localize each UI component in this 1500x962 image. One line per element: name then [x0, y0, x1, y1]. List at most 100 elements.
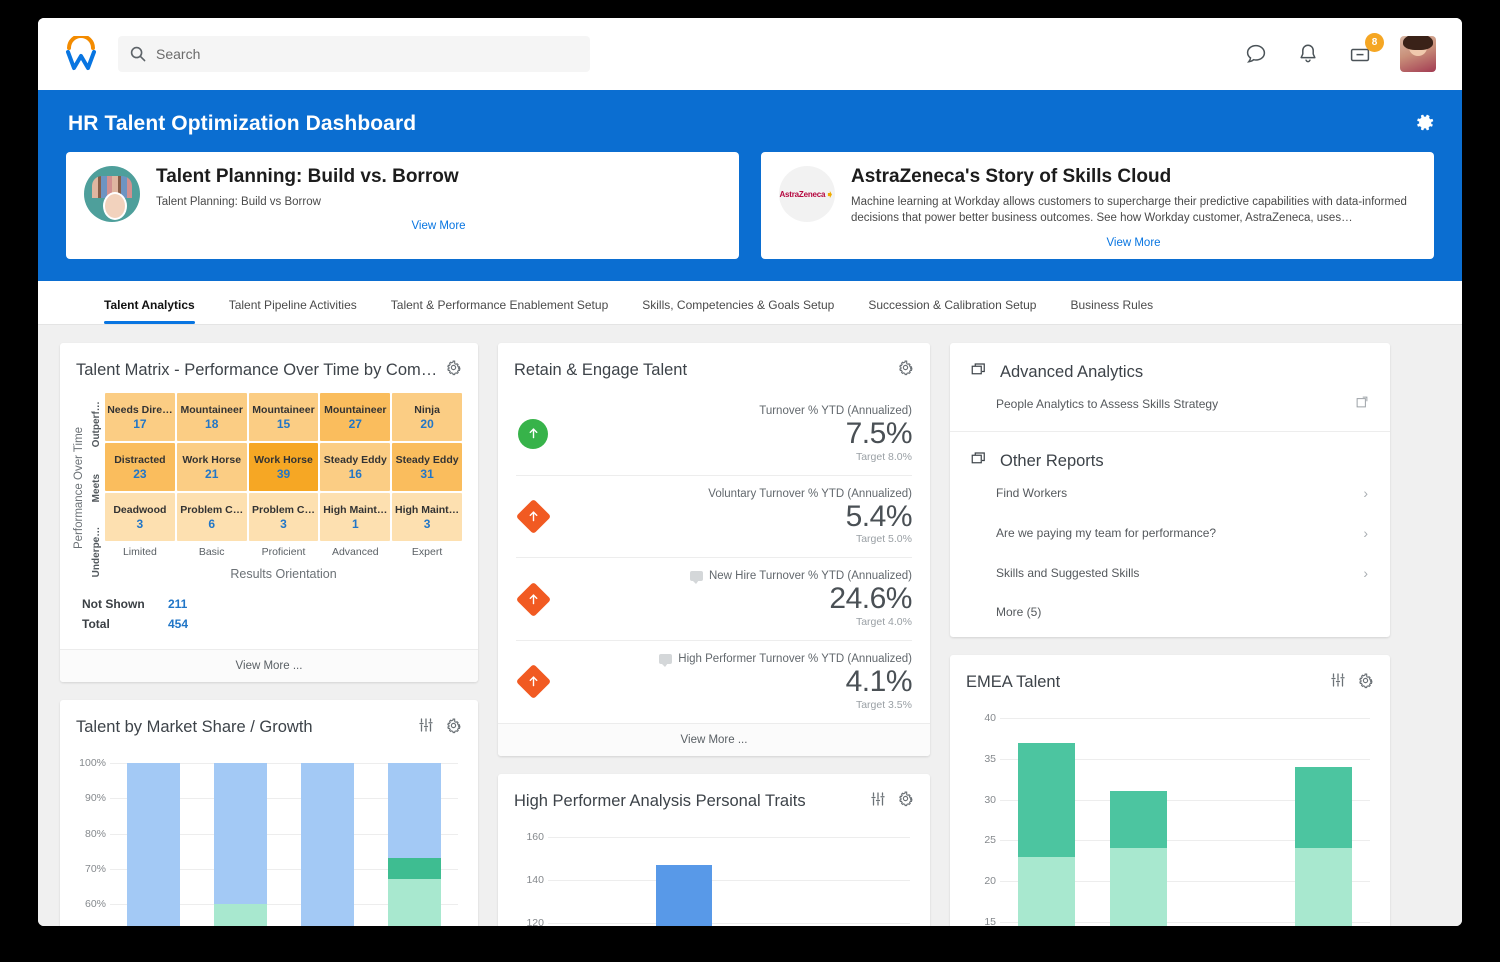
kpi-row[interactable]: Voluntary Turnover % YTD (Annualized)5.4…: [516, 475, 912, 558]
talent-matrix-cell[interactable]: Steady Eddy16: [320, 443, 390, 491]
talent-matrix-cell[interactable]: Work Horse39: [249, 443, 319, 491]
talent-matrix-cell[interactable]: Problem C…6: [177, 493, 247, 541]
chart-bar-segment[interactable]: [1018, 743, 1075, 857]
talent-matrix-cell[interactable]: High Maint…3: [392, 493, 462, 541]
emea-talent-chart[interactable]: 403530252015: [950, 702, 1390, 926]
kpi-value[interactable]: 5.4%: [564, 500, 912, 534]
matrix-cell-value[interactable]: 3: [424, 517, 431, 531]
matrix-cell-value[interactable]: 31: [420, 467, 433, 481]
tab-skills-competencies-goals-setup[interactable]: Skills, Competencies & Goals Setup: [642, 298, 852, 324]
report-item-skills-suggested-skills[interactable]: Skills and Suggested Skills ›: [970, 553, 1370, 593]
tab-talent-pipeline-activities[interactable]: Talent Pipeline Activities: [229, 298, 375, 324]
chat-bubble-icon[interactable]: [1244, 42, 1268, 66]
matrix-cell-value[interactable]: 27: [349, 417, 362, 431]
matrix-cell-value[interactable]: 6: [208, 517, 215, 531]
chart-bar-segment[interactable]: [1295, 767, 1352, 848]
matrix-cell-value[interactable]: 16: [349, 467, 362, 481]
talent-market-share-settings-gear-icon[interactable]: [445, 717, 462, 739]
report-item-people-analytics[interactable]: People Analytics to Assess Skills Strate…: [970, 384, 1370, 423]
avatar[interactable]: [1400, 36, 1436, 72]
filter-sliders-icon[interactable]: [1329, 671, 1347, 694]
chart-bar-segment[interactable]: [388, 879, 442, 926]
chart-bar[interactable]: [1295, 767, 1352, 926]
kpi-value[interactable]: 4.1%: [564, 665, 912, 699]
bell-icon[interactable]: [1296, 42, 1320, 66]
filter-sliders-icon[interactable]: [869, 790, 887, 813]
retain-engage-view-more-button[interactable]: View More ...: [498, 723, 930, 756]
chart-bar-segment[interactable]: [1018, 857, 1075, 926]
chart-bar-segment[interactable]: [301, 763, 355, 926]
talent-matrix-cell[interactable]: Steady Eddy31: [392, 443, 462, 491]
tab-succession-calibration-setup[interactable]: Succession & Calibration Setup: [868, 298, 1054, 324]
report-item-paying-for-performance[interactable]: Are we paying my team for performance? ›: [970, 513, 1370, 553]
chart-bar[interactable]: [1110, 791, 1167, 926]
comment-bubble-icon[interactable]: [690, 571, 703, 581]
matrix-cell-value[interactable]: 18: [205, 417, 218, 431]
emea-talent-settings-gear-icon[interactable]: [1357, 672, 1374, 694]
matrix-cell-value[interactable]: 20: [420, 417, 433, 431]
talent-market-share-chart[interactable]: 100%90%80%70%60%50%: [60, 747, 478, 926]
chart-bar-segment[interactable]: [127, 763, 181, 926]
chart-bar-segment[interactable]: [1295, 848, 1352, 926]
talent-matrix-cell[interactable]: Distracted23: [105, 443, 175, 491]
hero-settings-gear-icon[interactable]: [1414, 112, 1436, 134]
promo-view-more-link[interactable]: View More: [156, 220, 721, 232]
chart-bar[interactable]: [656, 865, 712, 926]
promo-view-more-link[interactable]: View More: [851, 237, 1416, 249]
matrix-cell-value[interactable]: 3: [137, 517, 144, 531]
kpi-row[interactable]: Turnover % YTD (Annualized)7.5%Target 8.…: [516, 393, 912, 475]
kpi-value[interactable]: 24.6%: [564, 582, 912, 616]
talent-matrix-cell[interactable]: Problem C…3: [249, 493, 319, 541]
chart-bar-segment[interactable]: [656, 865, 712, 926]
matrix-cell-value[interactable]: 23: [133, 467, 146, 481]
talent-matrix-cell[interactable]: Deadwood3: [105, 493, 175, 541]
not-shown-value[interactable]: 211: [168, 597, 187, 611]
talent-matrix-cell[interactable]: Ninja20: [392, 393, 462, 441]
matrix-cell-value[interactable]: 3: [280, 517, 287, 531]
high-performer-traits-chart[interactable]: 160140120100: [498, 821, 930, 926]
chart-bar-segment[interactable]: [214, 904, 268, 926]
chart-bar[interactable]: [301, 763, 355, 926]
kpi-value[interactable]: 7.5%: [564, 417, 912, 451]
kpi-row[interactable]: High Performer Turnover % YTD (Annualize…: [516, 640, 912, 723]
chart-bar[interactable]: [1018, 743, 1075, 926]
report-item-find-workers[interactable]: Find Workers ›: [970, 473, 1370, 513]
talent-matrix-cell[interactable]: Mountaineer15: [249, 393, 319, 441]
chart-bar[interactable]: [388, 763, 442, 926]
workday-logo-icon[interactable]: [58, 31, 104, 77]
matrix-cell-value[interactable]: 21: [205, 467, 218, 481]
talent-matrix-settings-gear-icon[interactable]: [445, 359, 462, 381]
search-input[interactable]: Search: [118, 36, 590, 72]
talent-matrix-view-more-button[interactable]: View More ...: [60, 649, 478, 682]
tab-talent-analytics[interactable]: Talent Analytics: [104, 298, 213, 324]
chart-bar[interactable]: [214, 763, 268, 926]
matrix-cell-value[interactable]: 1: [352, 517, 359, 531]
talent-matrix-cell[interactable]: Needs Dire…17: [105, 393, 175, 441]
kpi-label: Voluntary Turnover % YTD (Annualized): [564, 488, 912, 500]
high-performer-traits-settings-gear-icon[interactable]: [897, 790, 914, 812]
matrix-cell-value[interactable]: 39: [277, 467, 290, 481]
talent-matrix-cell[interactable]: Mountaineer18: [177, 393, 247, 441]
filter-sliders-icon[interactable]: [417, 716, 435, 739]
tab-business-rules[interactable]: Business Rules: [1070, 298, 1171, 324]
matrix-cell-value[interactable]: 15: [277, 417, 290, 431]
promo-card[interactable]: AstraZeneca➧ AstraZeneca's Story of Skil…: [761, 152, 1434, 259]
chart-bar-segment[interactable]: [1110, 791, 1167, 848]
chart-bar-segment[interactable]: [214, 763, 268, 904]
talent-matrix-cell[interactable]: High Maint…1: [320, 493, 390, 541]
tab-talent-performance-enablement-setup[interactable]: Talent & Performance Enablement Setup: [391, 298, 626, 324]
kpi-row[interactable]: New Hire Turnover % YTD (Annualized)24.6…: [516, 557, 912, 640]
report-item-more[interactable]: More (5): [970, 593, 1370, 631]
retain-engage-settings-gear-icon[interactable]: [897, 359, 914, 381]
matrix-cell-value[interactable]: 17: [133, 417, 146, 431]
chart-bar-segment[interactable]: [388, 858, 442, 879]
chart-bar-segment[interactable]: [388, 763, 442, 858]
inbox-icon[interactable]: 8: [1348, 42, 1372, 66]
talent-matrix-cell[interactable]: Work Horse21: [177, 443, 247, 491]
comment-bubble-icon[interactable]: [659, 654, 672, 664]
promo-card[interactable]: Talent Planning: Build vs. Borrow Talent…: [66, 152, 739, 259]
chart-bar-segment[interactable]: [1110, 848, 1167, 926]
chart-bar[interactable]: [127, 763, 181, 926]
talent-matrix-cell[interactable]: Mountaineer27: [320, 393, 390, 441]
total-value[interactable]: 454: [168, 617, 188, 631]
